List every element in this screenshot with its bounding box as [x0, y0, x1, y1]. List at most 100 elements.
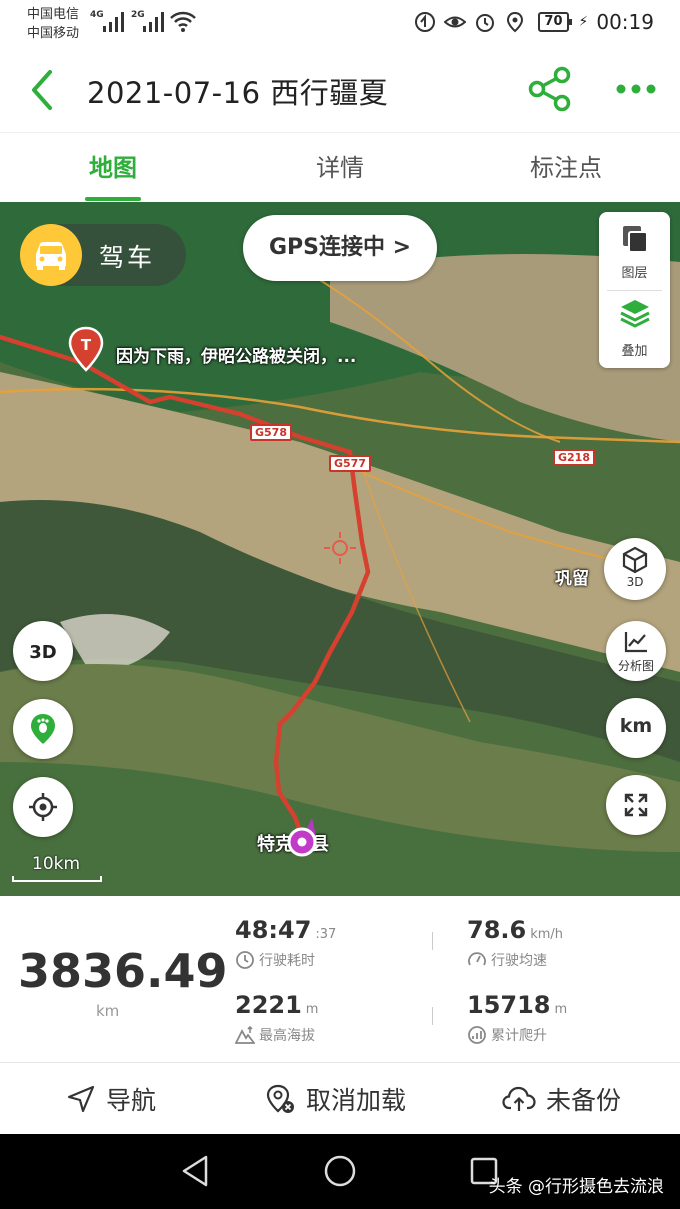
overlay-stack-icon	[620, 300, 650, 328]
clock-icon	[236, 951, 254, 969]
max-altitude-unit: m	[305, 1002, 319, 1017]
more-dots-icon[interactable]	[614, 76, 658, 102]
climb-label: 累计爬升	[467, 1025, 547, 1045]
gps-status-button[interactable]: GPS连接中 >	[243, 215, 437, 281]
tab-bar: 地图 详情 标注点	[0, 132, 680, 202]
location-icon	[507, 11, 524, 33]
battery-level: 70	[538, 12, 572, 32]
status-bar: 中国电信 中国移动 4G 2G 70 ⚡ 00:19	[0, 0, 680, 46]
3d-view-button[interactable]: 3D	[13, 621, 73, 681]
carrier-1: 中国电信	[27, 7, 80, 22]
clock: 00:19	[596, 10, 654, 34]
road-shield-g578: G578	[250, 424, 292, 441]
avg-speed-stat: 78.6 km/h 行驶均速	[467, 916, 564, 969]
max-altitude-label: 最高海拔	[235, 1025, 315, 1045]
chart-icon	[624, 632, 647, 653]
climb-value: 15718	[467, 991, 551, 1019]
3d-text-icon: 3D	[29, 642, 56, 663]
nav-back-icon[interactable]	[180, 1154, 212, 1188]
signal-icon	[103, 12, 124, 32]
svg-text:3D: 3D	[29, 642, 56, 663]
scale-bar	[12, 876, 102, 882]
avg-speed-value: 78.6	[467, 916, 527, 944]
signal-icon-2	[143, 12, 164, 32]
duration-value: 48:47	[235, 916, 312, 944]
max-altitude-stat: 2221 m 最高海拔	[235, 991, 319, 1044]
overlay-button[interactable]: 叠加	[599, 290, 670, 366]
km-label: km	[619, 715, 653, 737]
fullscreen-button[interactable]	[606, 775, 666, 835]
share-icon[interactable]	[526, 66, 574, 112]
place-label-gongliu: 巩留	[555, 569, 589, 589]
avg-speed-unit: km/h	[530, 927, 564, 942]
alarm-icon	[476, 14, 495, 32]
tab-map[interactable]: 地图	[63, 133, 163, 203]
analysis-chart-button[interactable]: 分析图	[606, 621, 666, 681]
title-bar: 2021-07-16 西行疆夏	[0, 46, 680, 132]
trip-stats: 3836.49 km 48:47:37 行驶耗时 78.6 km/h 行驶均速 2…	[0, 896, 680, 1062]
max-altitude-value: 2221	[235, 991, 302, 1019]
tab-details[interactable]: 详情	[290, 133, 390, 203]
backup-label: 未备份	[546, 1086, 622, 1115]
status-right: 70 ⚡ 00:19	[414, 8, 654, 36]
tab-marks[interactable]: 标注点	[506, 133, 626, 203]
distance-unit: km	[96, 1002, 120, 1020]
page-title: 2021-07-16 西行疆夏	[87, 76, 389, 110]
charging-icon: ⚡	[578, 14, 589, 30]
layers-icon	[623, 226, 648, 253]
nav-home-icon[interactable]	[323, 1154, 357, 1188]
drive-mode-label: 驾车	[99, 243, 156, 272]
watermark: 头条 @行形摄色去流浪	[488, 1177, 664, 1197]
fullscreen-icon	[624, 793, 648, 817]
back-button[interactable]	[26, 68, 66, 112]
mountain-icon	[235, 1025, 255, 1044]
cancel-load-button[interactable]: 取消加载	[264, 1063, 406, 1135]
stat-divider-2	[432, 1007, 433, 1025]
navigate-button[interactable]: 导航	[66, 1063, 156, 1135]
duration-seconds: :37	[315, 927, 337, 942]
tab-underline	[85, 197, 141, 201]
road-shield-g218: G218	[553, 449, 595, 466]
eye-icon	[444, 16, 467, 28]
layer-panel: 图层 叠加	[599, 212, 670, 368]
3d-label: 3D	[626, 575, 644, 589]
stat-divider	[432, 932, 433, 950]
total-distance: 3836.49	[18, 944, 228, 998]
cloud-upload-icon	[502, 1086, 536, 1111]
road-shield-g577: G577	[329, 455, 371, 472]
car-icon	[20, 224, 82, 286]
climb-unit: m	[554, 1002, 568, 1017]
locate-icon	[29, 793, 57, 821]
duration-label: 行驶耗时	[235, 950, 315, 970]
speedometer-icon	[468, 952, 486, 966]
svg-text:T: T	[81, 336, 92, 354]
map-pin-cancel-icon	[266, 1084, 294, 1113]
annotation-label[interactable]: 因为下雨，伊昭公路被关闭，...	[116, 342, 356, 367]
navigate-label: 导航	[106, 1086, 157, 1115]
locate-button[interactable]	[13, 777, 73, 837]
annotation-marker-icon[interactable]: T	[68, 326, 104, 372]
cube-icon	[622, 546, 648, 574]
analysis-label: 分析图	[617, 659, 654, 673]
unit-km-button[interactable]: km	[606, 698, 666, 758]
footprint-button[interactable]	[13, 699, 73, 759]
cancel-load-label: 取消加载	[306, 1086, 407, 1115]
layer-button[interactable]: 图层	[599, 212, 670, 288]
drive-mode-button[interactable]: 驾车	[20, 224, 186, 286]
satellite-map	[0, 202, 680, 896]
footprint-pin-icon	[31, 714, 55, 744]
carrier-2: 中国移动	[27, 26, 80, 41]
backup-button[interactable]: 未备份	[502, 1063, 621, 1135]
map-view[interactable]: T 因为下雨，伊昭公路被关闭，... G578 G577 G218 巩留 特克斯…	[0, 202, 680, 896]
carrier-labels: 中国电信 中国移动	[27, 5, 79, 43]
data-saver-icon	[415, 12, 436, 32]
end-point-marker-icon[interactable]	[284, 814, 324, 860]
layer-label: 图层	[621, 266, 648, 281]
overlay-label: 叠加	[621, 344, 648, 359]
system-nav-bar: 头条 @行形摄色去流浪	[0, 1134, 680, 1209]
3d-model-button[interactable]: 3D	[604, 538, 666, 600]
climb-stat: 15718 m 累计爬升	[467, 991, 568, 1044]
avg-speed-label: 行驶均速	[467, 950, 547, 970]
duration-stat: 48:47:37 行驶耗时	[235, 916, 337, 969]
wifi-icon	[170, 11, 196, 32]
